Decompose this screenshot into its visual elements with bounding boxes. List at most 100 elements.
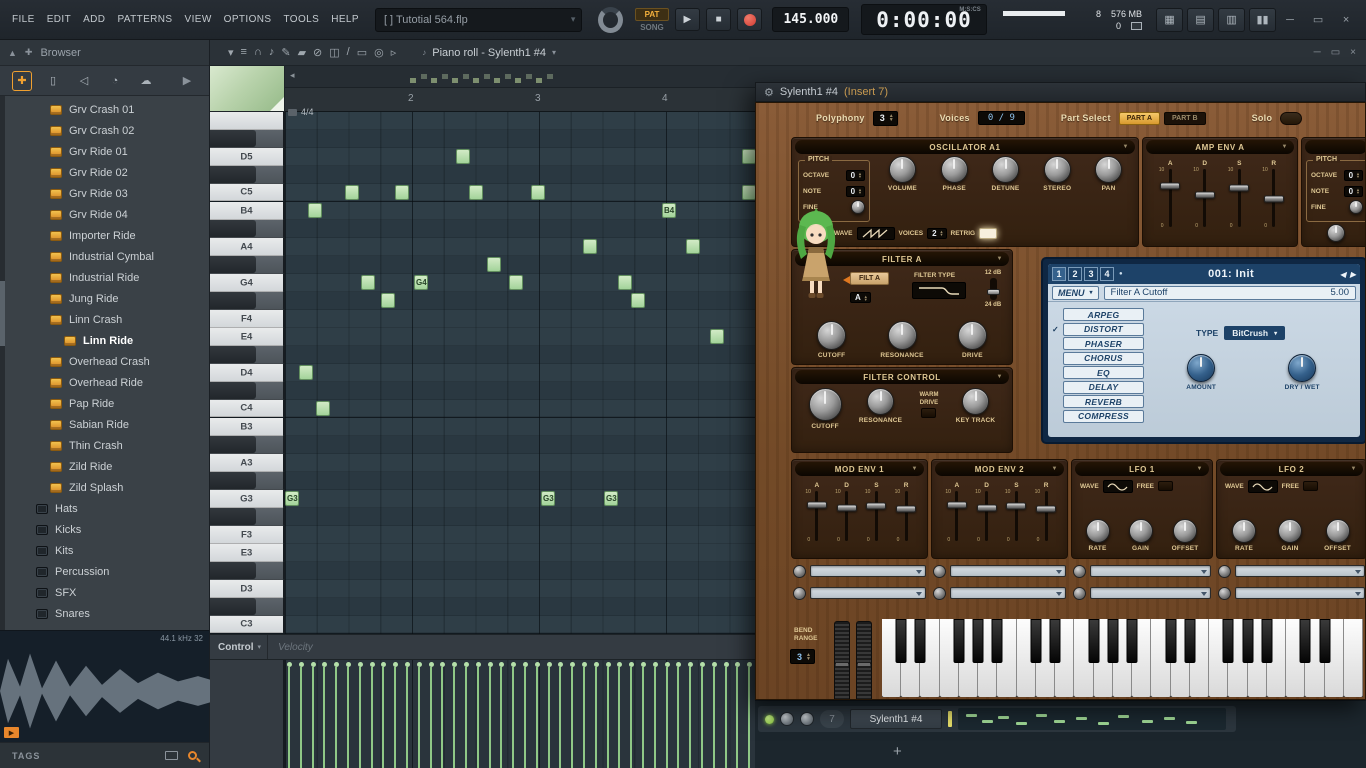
menu-add[interactable]: ADD: [77, 14, 111, 25]
piano-key-g-3[interactable]: [210, 472, 285, 490]
midi-note[interactable]: G3: [285, 491, 299, 506]
midi-note[interactable]: [487, 257, 501, 272]
black-key[interactable]: [1127, 619, 1138, 663]
mixer-icon[interactable]: ▮▮: [1249, 8, 1276, 32]
menu-patterns[interactable]: PATTERNS: [111, 14, 178, 25]
lfo2-free-button[interactable]: [1303, 481, 1318, 491]
maximize-button[interactable]: ▭: [1304, 11, 1332, 29]
piano-key-d-3[interactable]: [210, 562, 285, 580]
filter-type-display[interactable]: [912, 282, 966, 299]
velocity-stem[interactable]: [322, 662, 327, 768]
pin-icon[interactable]: ✚: [25, 47, 33, 58]
stamp-icon[interactable]: ♪: [269, 46, 275, 59]
part-a-button[interactable]: PART A: [1119, 112, 1160, 125]
options-menu-icon[interactable]: ▾: [228, 46, 234, 59]
velocity-stem[interactable]: [511, 662, 516, 768]
browser-item-overhead-crash[interactable]: Overhead Crash: [0, 351, 209, 372]
oscillator-a1-header[interactable]: OSCILLATOR A1▼: [795, 140, 1135, 154]
warm-drive-button[interactable]: [921, 408, 936, 418]
velocity-stem[interactable]: [535, 662, 540, 768]
piano-key-d-4[interactable]: [210, 346, 285, 364]
piano-key-d-5[interactable]: [210, 130, 285, 148]
mod-wheel[interactable]: [856, 621, 872, 700]
mod-slot[interactable]: [1071, 562, 1213, 580]
midi-note[interactable]: [361, 275, 375, 290]
velocity-stem[interactable]: [570, 662, 575, 768]
velocity-stem[interactable]: [653, 662, 658, 768]
mod-target-dropdown[interactable]: [810, 587, 926, 599]
black-key[interactable]: [953, 619, 964, 663]
pattern-mode-led[interactable]: PAT: [635, 8, 669, 21]
midi-note[interactable]: B4: [662, 203, 676, 218]
piano-key-f-4[interactable]: [210, 292, 285, 310]
time-display[interactable]: 0:00:00 M:S:CS: [861, 4, 987, 35]
mod-target-dropdown[interactable]: [1235, 587, 1365, 599]
close-button[interactable]: ×: [1332, 11, 1360, 29]
menu-help[interactable]: HELP: [325, 14, 365, 25]
lfo-2-header[interactable]: LFO 2▼: [1220, 462, 1363, 476]
channel-enable-led[interactable]: [765, 715, 774, 724]
piano-key-g-4[interactable]: [210, 256, 285, 274]
black-key[interactable]: [1030, 619, 1041, 663]
midi-note[interactable]: [631, 293, 645, 308]
slider-handle[interactable]: [1160, 183, 1180, 190]
mod-target-dropdown[interactable]: [1090, 565, 1211, 577]
prev-preset-icon[interactable]: ◀: [1340, 270, 1346, 279]
browser-item-overhead-ride[interactable]: Overhead Ride: [0, 372, 209, 393]
browser-item-thin-crash[interactable]: Thin Crash: [0, 435, 209, 456]
black-key[interactable]: [1300, 619, 1311, 663]
lcd-menu-button[interactable]: MENU▾: [1052, 286, 1099, 300]
midi-note[interactable]: [531, 185, 545, 200]
mod-amount-knob[interactable]: [793, 587, 806, 600]
select-icon[interactable]: ▭: [357, 46, 367, 59]
velocity-stem[interactable]: [724, 662, 729, 768]
knob-fine[interactable]: [851, 200, 865, 214]
slider-handle[interactable]: [837, 505, 857, 512]
menu-view[interactable]: VIEW: [179, 14, 218, 25]
black-key[interactable]: [1165, 619, 1176, 663]
piano-key-f3[interactable]: F3: [210, 526, 285, 544]
browser-folder-kicks[interactable]: Kicks: [0, 519, 209, 540]
note-stepper[interactable]: 0▲▼: [846, 186, 865, 197]
mod-target-dropdown[interactable]: [1235, 565, 1365, 577]
browser-item-zild-splash[interactable]: Zild Splash: [0, 477, 209, 498]
wave-shape-display[interactable]: [857, 227, 895, 240]
pr-close-button[interactable]: ×: [1350, 47, 1356, 58]
midi-note[interactable]: [710, 329, 724, 344]
browser-item-linn-crash[interactable]: Linn Crash: [0, 309, 209, 330]
octave-stepper[interactable]: 0▲▼: [846, 170, 865, 181]
velocity-stem[interactable]: [452, 662, 457, 768]
black-key[interactable]: [1242, 619, 1253, 663]
mod-slot[interactable]: [1216, 562, 1366, 580]
pr-maximize-button[interactable]: ▭: [1331, 47, 1340, 58]
midi-note[interactable]: [316, 401, 330, 416]
mod-slot[interactable]: [791, 562, 928, 580]
browser-item-jung-ride[interactable]: Jung Ride: [0, 288, 209, 309]
piano-key-a4[interactable]: A4: [210, 238, 285, 256]
browser-item-industrial-ride[interactable]: Industrial Ride: [0, 267, 209, 288]
velocity-stem[interactable]: [417, 662, 422, 768]
channel-selector-led[interactable]: [948, 711, 952, 727]
menu-options[interactable]: OPTIONS: [218, 14, 278, 25]
mod-slot[interactable]: [1071, 584, 1213, 602]
browser-expand-icon[interactable]: ▶: [177, 71, 197, 91]
gear-icon[interactable]: ⚙: [764, 86, 774, 99]
browser-item-grv-ride-01[interactable]: Grv Ride 01: [0, 141, 209, 162]
browser-collection-icon[interactable]: ✚: [12, 71, 32, 91]
draw-icon[interactable]: ✎: [281, 46, 290, 59]
midi-note[interactable]: G4: [414, 275, 428, 290]
menu-tools[interactable]: TOOLS: [277, 14, 325, 25]
slider-handle[interactable]: [1036, 506, 1056, 513]
velocity-stem[interactable]: [488, 662, 493, 768]
tempo-display[interactable]: 145.000: [772, 7, 849, 32]
menu-edit[interactable]: EDIT: [41, 14, 77, 25]
velocity-stem[interactable]: [393, 662, 398, 768]
sample-preview[interactable]: 44.1 kHz 32 ▶: [0, 630, 209, 742]
browser-item-importer-ride[interactable]: Importer Ride: [0, 225, 209, 246]
velocity-stem[interactable]: [688, 662, 693, 768]
fx-item-distort[interactable]: DISTORT: [1063, 323, 1144, 336]
delete-icon[interactable]: ⊘: [313, 46, 322, 59]
piano-key-b3[interactable]: B3: [210, 418, 285, 436]
velocity-stem[interactable]: [629, 662, 634, 768]
velocity-stem[interactable]: [370, 662, 375, 768]
